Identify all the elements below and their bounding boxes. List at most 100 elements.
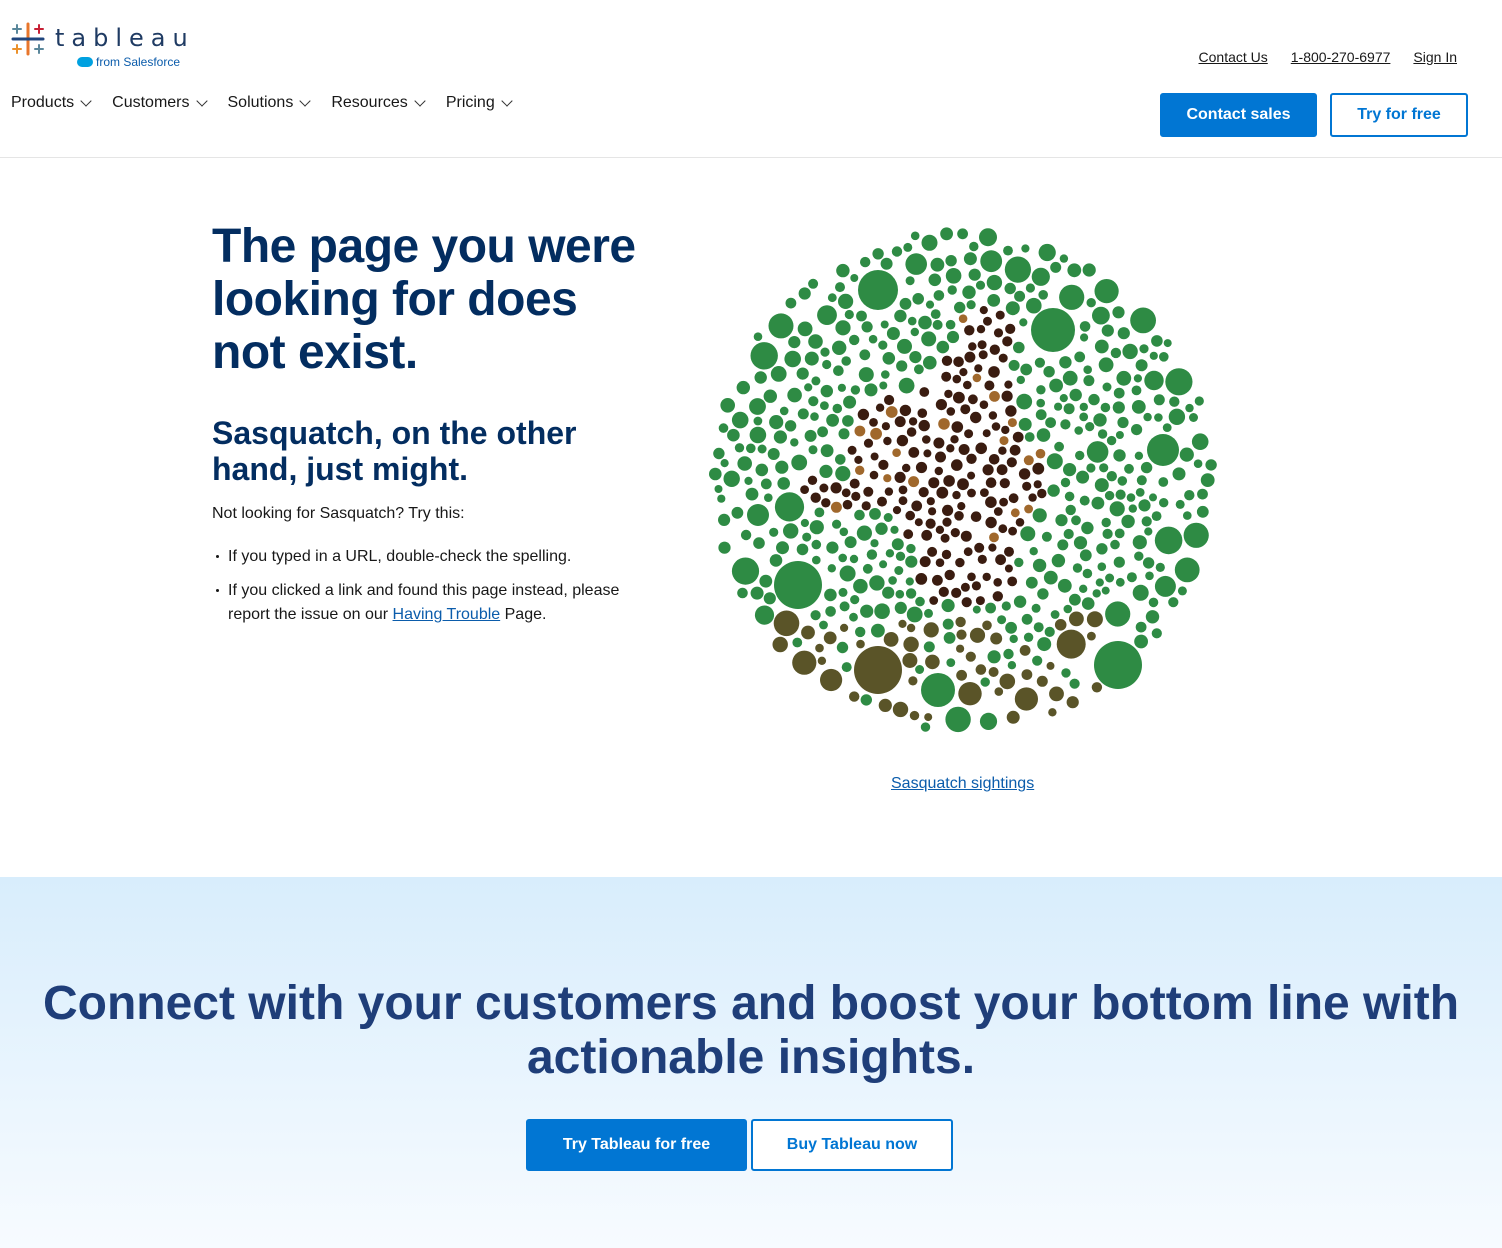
viz-bubble-40 <box>921 234 938 251</box>
viz-bubble-166 <box>988 366 1000 378</box>
viz-bubble-436 <box>985 496 997 509</box>
viz-bubble-684 <box>914 364 924 375</box>
viz-bubble-8 <box>1200 473 1215 487</box>
viz-bubble-528 <box>903 242 913 252</box>
viz-bubble-670 <box>898 619 907 628</box>
viz-bubble-271 <box>1005 301 1020 316</box>
viz-bubble-374 <box>753 332 763 341</box>
viz-bubble-419 <box>918 419 930 432</box>
viz-bubble-50 <box>998 446 1007 455</box>
viz-bubble-459 <box>1132 584 1149 601</box>
buy-tableau-button[interactable]: Buy Tableau now <box>751 1119 953 1171</box>
viz-bubble-418 <box>1131 385 1142 396</box>
viz-bubble-423 <box>1126 493 1136 502</box>
viz-bubble-454 <box>955 616 966 628</box>
viz-bubble-115 <box>880 320 889 329</box>
contact-us-link[interactable]: Contact Us <box>1199 49 1268 65</box>
viz-bubble-35 <box>763 389 777 403</box>
viz-bubble-397 <box>1102 382 1112 392</box>
viz-bubble-658 <box>718 423 729 433</box>
viz-bubble-460 <box>1124 463 1134 474</box>
bullet-icon <box>216 589 219 592</box>
viz-bubble-404 <box>895 551 906 561</box>
viz-bubble-186 <box>1034 357 1045 368</box>
phone-link[interactable]: 1-800-270-6977 <box>1291 49 1391 65</box>
viz-bubble-669 <box>915 665 925 674</box>
viz-bubble-564 <box>966 453 977 464</box>
viz-bubble-128 <box>1079 584 1088 593</box>
viz-bubble-24 <box>773 610 800 637</box>
viz-bubble-549 <box>1159 498 1169 508</box>
viz-bubble-452 <box>1037 637 1052 652</box>
viz-bubble-578 <box>974 364 983 373</box>
viz-bubble-71 <box>808 334 823 349</box>
viz-bubble-525 <box>1002 336 1013 347</box>
nav-customers[interactable]: Customers <box>112 94 208 112</box>
contact-sales-button[interactable]: Contact sales <box>1160 93 1317 137</box>
viz-bubble-210 <box>972 373 982 383</box>
viz-bubble-78 <box>1008 493 1019 504</box>
viz-bubble-225 <box>817 426 828 438</box>
viz-bubble-199 <box>1106 435 1117 446</box>
try-for-free-button[interactable]: Try for free <box>1330 93 1468 137</box>
viz-bubble-547 <box>960 404 971 415</box>
viz-bubble-496 <box>772 636 788 653</box>
viz-bubble-127 <box>776 541 789 555</box>
nav-pricing[interactable]: Pricing <box>446 94 513 112</box>
tips-list: If you typed in a URL, double-check the … <box>214 545 654 637</box>
nav-resources[interactable]: Resources <box>331 94 426 112</box>
viz-bubble-157 <box>1016 393 1033 410</box>
chevron-down-icon <box>299 94 311 107</box>
viz-bubble-16 <box>1037 588 1049 600</box>
viz-bubble-554 <box>1069 593 1081 606</box>
having-trouble-link[interactable]: Having Trouble <box>393 606 501 623</box>
viz-bubble-518 <box>1043 570 1058 585</box>
viz-bubble-314 <box>1032 508 1047 523</box>
viz-bubble-346 <box>753 537 765 549</box>
viz-bubble-190 <box>863 486 874 497</box>
viz-bubble-319 <box>837 383 846 392</box>
viz-bubble-591 <box>851 491 861 501</box>
viz-bubble-629 <box>835 466 851 482</box>
viz-bubble-341 <box>987 294 1001 307</box>
logo-sub-text: from Salesforce <box>96 55 181 69</box>
viz-bubble-86 <box>1013 341 1025 354</box>
viz-bubble-399 <box>1055 514 1068 527</box>
nav-products[interactable]: Products <box>11 94 92 112</box>
viz-bubble-420 <box>894 601 907 614</box>
viz-bubble-370 <box>953 356 964 368</box>
viz-bubble-455 <box>989 344 1000 355</box>
sign-in-link[interactable]: Sign In <box>1413 49 1457 65</box>
nav-customers-label: Customers <box>112 94 190 111</box>
viz-bubble-188 <box>855 626 866 638</box>
viz-bubble-437 <box>921 529 933 541</box>
viz-bubble-575 <box>905 276 915 286</box>
viz-bubble-542 <box>822 359 832 370</box>
viz-bubble-41 <box>754 605 775 625</box>
viz-bubble-401 <box>969 241 979 252</box>
viz-bubble-165 <box>945 268 962 284</box>
viz-bubble-519 <box>862 563 873 574</box>
viz-bubble-362 <box>790 438 799 447</box>
viz-bubble-590 <box>1151 628 1162 639</box>
viz-bubble-88 <box>921 331 937 347</box>
nav-solutions[interactable]: Solutions <box>228 94 311 112</box>
viz-bubble-491 <box>878 698 892 712</box>
viz-bubble-480 <box>802 532 812 542</box>
viz-bubble-117 <box>823 631 837 645</box>
intro-text: Not looking for Sasquatch? Try this: <box>212 505 465 522</box>
viz-bubble-378 <box>858 367 874 383</box>
viz-bubble-97 <box>1145 610 1160 624</box>
viz-bubble-310 <box>835 454 846 465</box>
sasquatch-bubble-viz[interactable] <box>693 215 1233 755</box>
sasquatch-sightings-link[interactable]: Sasquatch sightings <box>891 775 1034 793</box>
viz-bubble-187 <box>964 429 974 439</box>
viz-bubble-513 <box>827 564 836 573</box>
viz-bubble-324 <box>943 632 956 644</box>
viz-bubble-344 <box>1074 426 1083 435</box>
try-tableau-free-button[interactable]: Try Tableau for free <box>526 1119 747 1171</box>
viz-bubble-340 <box>1104 490 1115 501</box>
viz-bubble-651 <box>760 478 772 490</box>
tableau-logo[interactable]: tableau from Salesforce <box>11 20 191 72</box>
viz-bubble-576 <box>763 592 776 605</box>
